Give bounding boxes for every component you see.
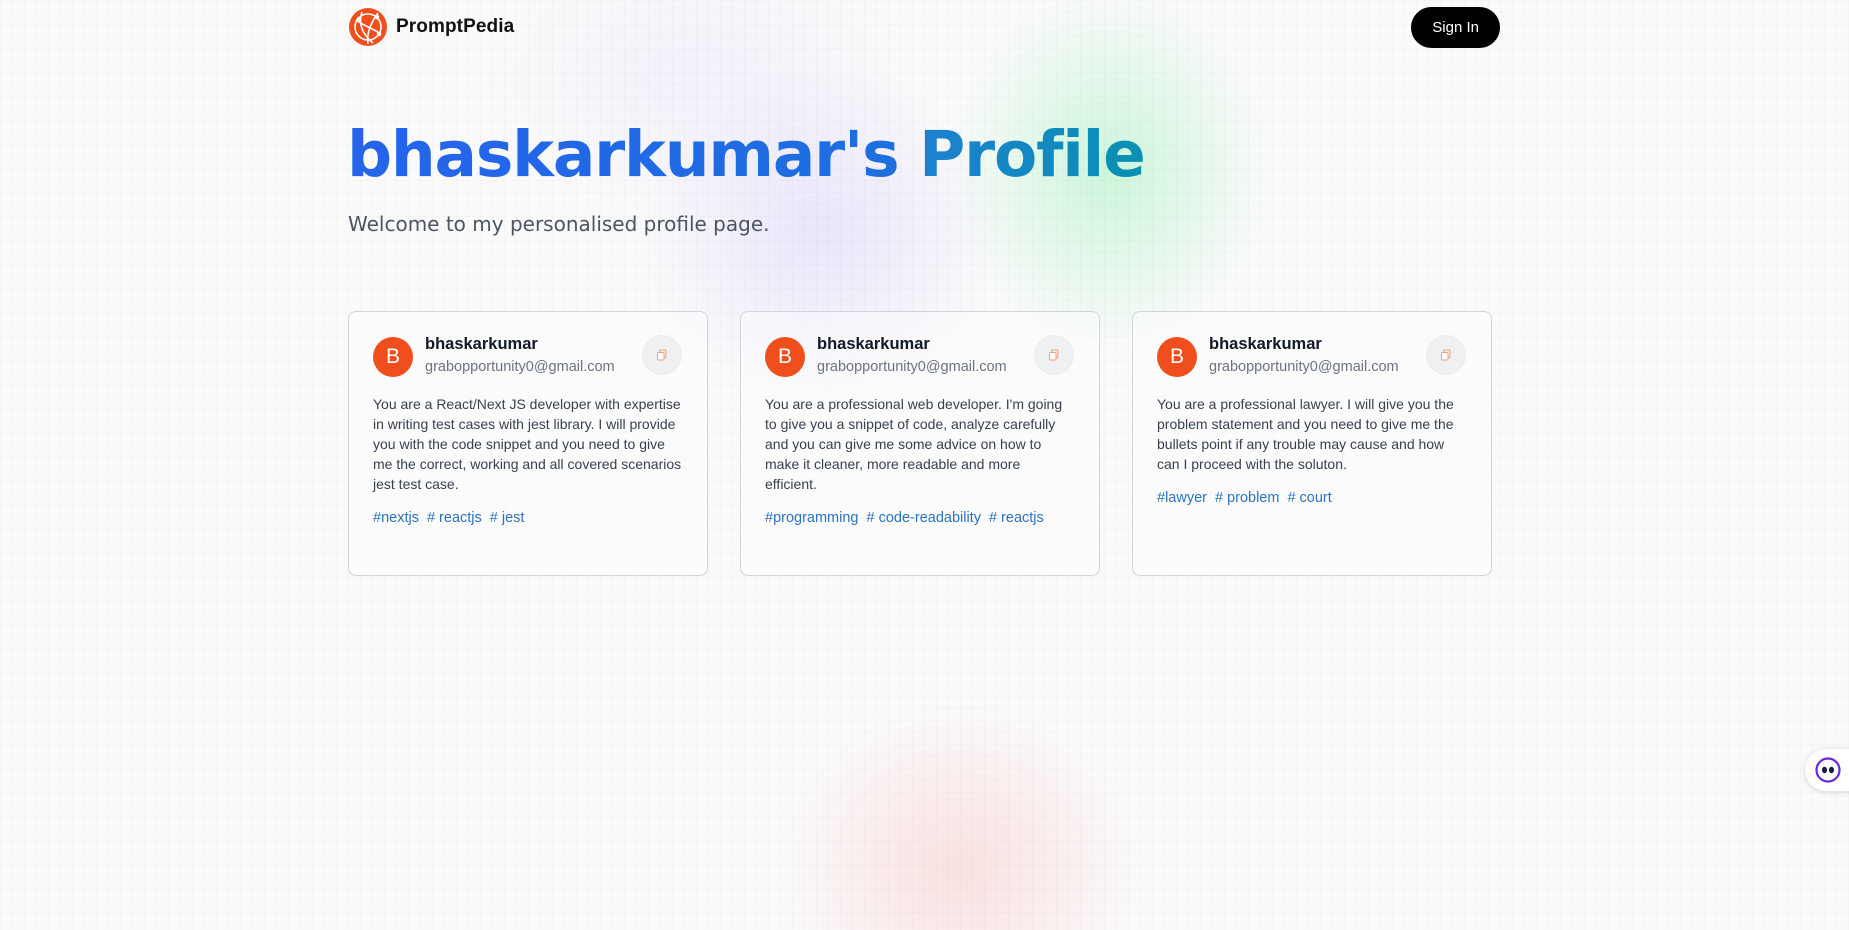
- tag-link[interactable]: #programming: [765, 510, 859, 526]
- card-header: B bhaskarkumar grabopportunity0@gmail.co…: [1157, 335, 1467, 377]
- card-user[interactable]: B bhaskarkumar grabopportunity0@gmail.co…: [1157, 335, 1399, 377]
- card-header: B bhaskarkumar grabopportunity0@gmail.co…: [765, 335, 1075, 377]
- page-title-name: bhaskarkumar's: [347, 118, 900, 191]
- page-title: bhaskarkumar's Profile: [347, 121, 1146, 188]
- sign-in-button[interactable]: Sign In: [1411, 6, 1500, 48]
- prompt-text: You are a professional web developer. I'…: [765, 396, 1063, 492]
- card-user[interactable]: B bhaskarkumar grabopportunity0@gmail.co…: [373, 335, 615, 377]
- username: bhaskarkumar: [425, 335, 538, 353]
- tag-link[interactable]: # code-readability: [867, 510, 981, 526]
- tag-link[interactable]: # court: [1287, 490, 1331, 506]
- tag-link[interactable]: # reactjs: [427, 510, 482, 526]
- copy-button[interactable]: [1034, 335, 1074, 375]
- username: bhaskarkumar: [817, 335, 930, 353]
- user-info: bhaskarkumar grabopportunity0@gmail.com: [1209, 335, 1399, 375]
- page-subtitle: Welcome to my personalised profile page.: [348, 212, 770, 236]
- brand[interactable]: PromptPedia: [348, 7, 514, 47]
- prompt-card[interactable]: B bhaskarkumar grabopportunity0@gmail.co…: [1132, 311, 1492, 576]
- user-email: grabopportunity0@gmail.com: [817, 359, 1007, 375]
- avatar: B: [1157, 337, 1197, 377]
- username: bhaskarkumar: [1209, 335, 1322, 353]
- prompt-card[interactable]: B bhaskarkumar grabopportunity0@gmail.co…: [740, 311, 1100, 576]
- tag-link[interactable]: # jest: [490, 510, 525, 526]
- avatar: B: [765, 337, 805, 377]
- top-nav: PromptPedia Sign In: [348, 6, 1500, 48]
- copy-button[interactable]: [642, 335, 682, 375]
- card-header: B bhaskarkumar grabopportunity0@gmail.co…: [373, 335, 683, 377]
- page-title-suffix: Profile: [919, 118, 1146, 191]
- assistant-eyes-icon: [1815, 757, 1841, 783]
- copy-icon: [1441, 349, 1451, 361]
- tag-list: #programming # code-readability # reactj…: [765, 510, 1075, 526]
- tag-link[interactable]: # problem: [1215, 490, 1279, 506]
- globe-logo-icon: [349, 8, 387, 46]
- card-user[interactable]: B bhaskarkumar grabopportunity0@gmail.co…: [765, 335, 1007, 377]
- prompt-card[interactable]: B bhaskarkumar grabopportunity0@gmail.co…: [348, 311, 708, 576]
- user-info: bhaskarkumar grabopportunity0@gmail.com: [425, 335, 615, 375]
- prompt-text: You are a professional lawyer. I will gi…: [1157, 396, 1454, 472]
- copy-button[interactable]: [1426, 335, 1466, 375]
- copy-icon: [1049, 349, 1059, 361]
- user-email: grabopportunity0@gmail.com: [1209, 359, 1399, 375]
- tag-link[interactable]: #nextjs: [373, 510, 419, 526]
- brand-name: PromptPedia: [396, 16, 515, 37]
- tag-list: #nextjs # reactjs # jest: [373, 510, 683, 526]
- tag-link[interactable]: # reactjs: [989, 510, 1044, 526]
- assistant-widget[interactable]: [1805, 749, 1849, 791]
- tag-link[interactable]: #lawyer: [1157, 490, 1207, 506]
- prompt-text: You are a React/Next JS developer with e…: [373, 396, 682, 492]
- avatar: B: [373, 337, 413, 377]
- user-email: grabopportunity0@gmail.com: [425, 359, 615, 375]
- copy-icon: [657, 349, 667, 361]
- user-info: bhaskarkumar grabopportunity0@gmail.com: [817, 335, 1007, 375]
- tag-list: #lawyer # problem # court: [1157, 490, 1467, 506]
